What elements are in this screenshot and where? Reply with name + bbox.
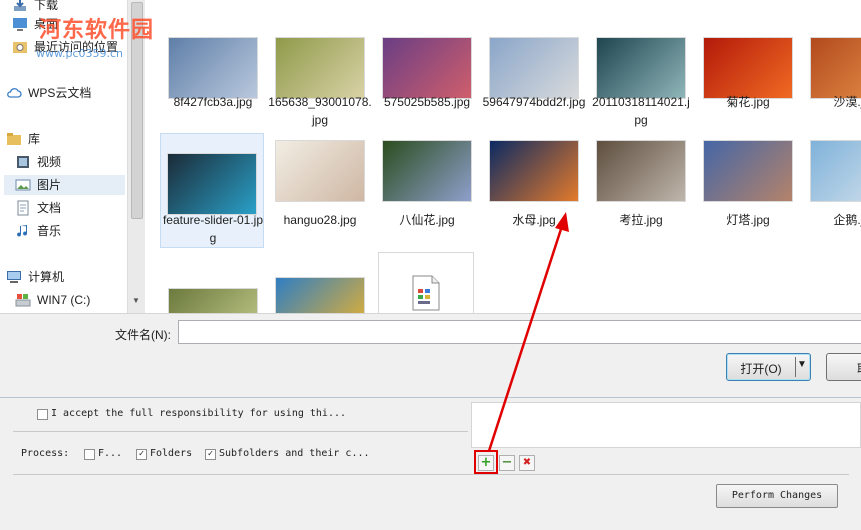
folders-option-label: Folders <box>150 448 193 459</box>
file-item[interactable]: 企鹅.jpg <box>803 133 861 248</box>
file-item[interactable] <box>268 250 372 313</box>
process-label: Process: <box>21 448 70 459</box>
sidebar-scrollbar[interactable]: ▼ <box>127 0 145 313</box>
filename-input[interactable] <box>178 320 861 344</box>
file-name: 水母.jpg <box>512 213 556 227</box>
cancel-button[interactable]: 取 <box>826 353 861 381</box>
file-thumbnail <box>596 37 686 99</box>
recent-places-icon <box>13 42 27 53</box>
divider <box>13 431 468 432</box>
file-item[interactable]: 8f427fcb3a.jpg <box>161 0 265 125</box>
sidebar-item-label: 音乐 <box>37 224 62 238</box>
download-icon <box>14 0 26 11</box>
files-checkbox[interactable] <box>84 449 95 460</box>
sidebar-item-pictures[interactable]: 图片 <box>4 175 125 195</box>
folders-checkbox[interactable]: ✓ <box>136 449 147 460</box>
file-name: 灯塔.jpg <box>726 213 770 227</box>
computer-icon <box>7 271 21 283</box>
file-thumbnail <box>275 140 365 202</box>
file-name: 企鹅.jpg <box>833 213 861 227</box>
open-button[interactable]: 打开(O) ▼ <box>726 353 811 381</box>
file-item[interactable]: 59647974bdd2f.jpg <box>482 0 586 125</box>
file-item[interactable]: 20110318114021.jpg <box>589 0 693 127</box>
split-divider <box>795 357 796 377</box>
subfolders-checkbox[interactable]: ✓ <box>205 449 216 460</box>
file-thumbnail <box>810 37 861 99</box>
html-file-icon <box>412 275 440 311</box>
perform-changes-button[interactable]: Perform Changes <box>716 484 838 508</box>
scroll-down-arrow-icon[interactable]: ▼ <box>132 296 140 305</box>
accept-checkbox[interactable] <box>37 409 48 420</box>
file-name: 八仙花.jpg <box>399 213 455 227</box>
file-thumbnail <box>168 37 258 99</box>
file-thumbnail <box>168 288 258 313</box>
file-item[interactable]: 165638_93001078.jpg <box>268 0 372 127</box>
file-item[interactable]: 水母.jpg <box>482 133 586 248</box>
file-item[interactable]: 八仙花.jpg <box>375 133 479 248</box>
file-thumbnail <box>489 140 579 202</box>
pictures-icon <box>15 179 31 191</box>
file-item[interactable]: 灯塔.jpg <box>696 133 800 248</box>
file-name: 575025b585.jpg <box>383 95 471 109</box>
file-list: 8f427fcb3a.jpg 165638_93001078.jpg 57502… <box>145 0 861 313</box>
file-thumbnail <box>596 140 686 202</box>
delete-button[interactable]: ✖ <box>519 455 535 471</box>
file-name: 59647974bdd2f.jpg <box>482 95 586 109</box>
subfolders-option-label: Subfolders and their c... <box>219 448 370 459</box>
watermark-url: www.pc0359.cn <box>36 47 124 60</box>
file-thumbnail <box>275 37 365 99</box>
cancel-button-label: 取 <box>857 360 861 377</box>
sidebar-item-label: WPS云文档 <box>28 86 92 100</box>
sidebar-item-label: 库 <box>28 132 41 146</box>
sidebar-item-label: 视频 <box>37 155 62 169</box>
file-thumbnail <box>489 37 579 99</box>
file-item[interactable]: 575025b585.jpg <box>375 0 479 125</box>
sidebar-item-label: 图片 <box>37 178 62 192</box>
sidebar-item-label: 文档 <box>37 201 62 215</box>
remove-button[interactable]: − <box>499 455 515 471</box>
file-thumbnail <box>810 140 861 202</box>
file-name: 165638_93001078.jpg <box>268 95 372 127</box>
file-thumbnail <box>167 153 257 215</box>
file-thumbnail <box>275 277 365 313</box>
drive-icon <box>15 294 31 307</box>
file-item[interactable]: 考拉.jpg <box>589 133 693 248</box>
paths-listbox[interactable] <box>471 402 861 448</box>
file-thumbnail <box>382 140 472 202</box>
file-name: 菊花.jpg <box>726 95 770 109</box>
watermark-title: 河东软件园 <box>39 18 155 43</box>
sidebar-item-label: 计算机 <box>28 270 65 284</box>
file-name: 沙漠.jpg <box>833 95 861 109</box>
sidebar-item-label: WIN7 (C:) <box>37 293 91 307</box>
file-name: 考拉.jpg <box>619 213 663 227</box>
file-item[interactable]: 菊花.jpg <box>696 0 800 125</box>
file-name: hanguo28.jpg <box>283 213 357 227</box>
video-icon <box>17 156 29 168</box>
divider <box>13 474 849 475</box>
file-name: 8f427fcb3a.jpg <box>173 95 253 109</box>
file-thumbnail <box>382 37 472 99</box>
cloud-icon <box>7 88 22 98</box>
file-item[interactable]: hanguo28.jpg <box>268 133 372 248</box>
open-button-label: 打开(O) <box>740 362 782 376</box>
document-icon <box>17 200 29 216</box>
accept-label: I accept the full responsibility for usi… <box>51 408 347 419</box>
chevron-down-icon[interactable]: ▼ <box>797 359 807 370</box>
file-item[interactable]: 沙漠.jpg <box>803 0 861 125</box>
file-item-selected[interactable]: feature-slider-01.jpg <box>160 133 264 248</box>
file-name: feature-slider-01.jpg <box>162 213 264 245</box>
music-icon <box>17 225 28 237</box>
options-panel: I accept the full responsibility for usi… <box>0 397 861 530</box>
file-thumbnail <box>703 37 793 99</box>
library-icon <box>7 133 21 145</box>
file-item[interactable] <box>375 250 479 313</box>
file-item[interactable] <box>161 250 265 313</box>
file-name: 20110318114021.jpg <box>592 95 690 127</box>
file-thumbnail <box>703 140 793 202</box>
annotation-highlight <box>474 450 498 474</box>
filename-label: 文件名(N): <box>115 328 171 342</box>
desktop-icon <box>13 18 27 31</box>
filename-bar: 文件名(N): 打开(O) ▼ 取 <box>0 313 861 397</box>
files-option-label: F... <box>98 448 123 459</box>
